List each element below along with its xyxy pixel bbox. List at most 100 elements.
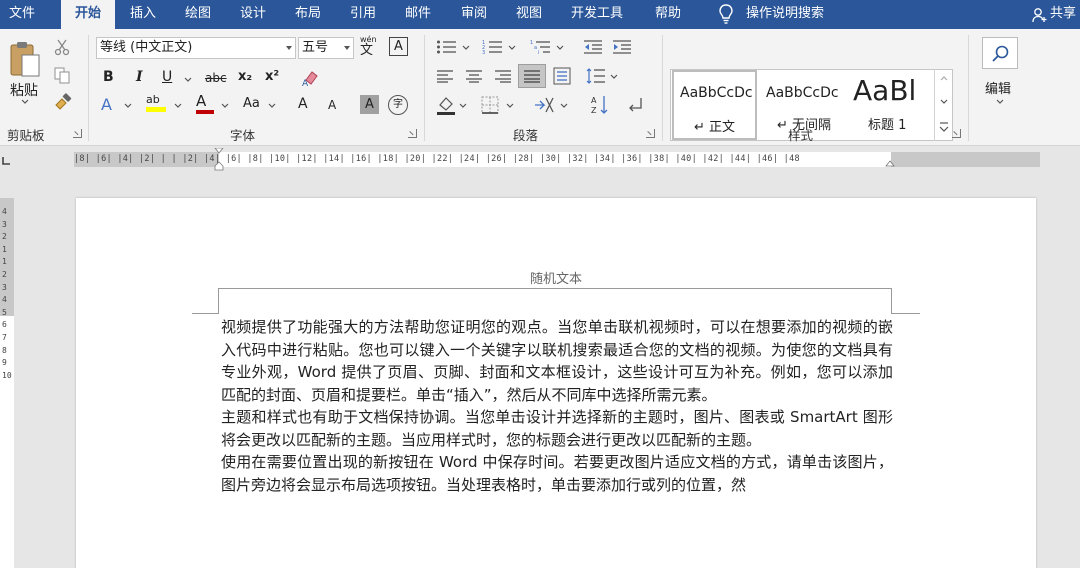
align-center-icon[interactable] xyxy=(465,69,483,83)
chevron-down-icon[interactable] xyxy=(556,45,564,51)
paste-icon[interactable] xyxy=(8,39,42,79)
superscript-button[interactable]: x² xyxy=(265,69,279,84)
indent-marker-icon[interactable] xyxy=(214,148,224,172)
line-spacing-icon[interactable] xyxy=(586,67,606,85)
chevron-down-icon[interactable] xyxy=(996,99,1004,105)
style-heading-1[interactable]: AaBl 标题 1 xyxy=(851,70,931,140)
tab-draw[interactable]: 绘图 xyxy=(185,0,211,29)
document-page[interactable]: 随机文本 视频提供了功能强大的方法帮助您证明您的观点。当您单击联机视频时，可以在… xyxy=(76,198,1036,568)
bullets-icon[interactable] xyxy=(436,39,458,55)
dialog-launcher-icon[interactable] xyxy=(408,129,417,138)
cut-icon[interactable] xyxy=(53,38,71,56)
strikethrough-button[interactable]: abc xyxy=(205,71,227,85)
tell-me-search[interactable]: 操作说明搜索 xyxy=(746,0,824,29)
underline-button[interactable]: U xyxy=(162,69,172,85)
distributed-icon[interactable] xyxy=(553,67,571,85)
dialog-launcher-icon[interactable] xyxy=(646,129,655,138)
tab-design[interactable]: 设计 xyxy=(240,0,266,29)
chevron-down-icon[interactable] xyxy=(560,103,568,109)
svg-text:A: A xyxy=(591,96,597,105)
align-left-icon[interactable] xyxy=(436,69,454,83)
tab-selector-icon[interactable] xyxy=(0,154,14,168)
horizontal-ruler[interactable]: |8| |6| |4| |2| | | |2| |4| |6| |8| |10|… xyxy=(74,148,1040,171)
tab-mailings[interactable]: 邮件 xyxy=(405,0,431,29)
group-divider xyxy=(424,35,425,141)
paragraph[interactable]: 使用在需要位置出现的新按钮在 Word 中保存时间。若要更改图片适应文档的方式，… xyxy=(221,451,893,496)
style-normal[interactable]: AaBbCcDc ↵ 正文 xyxy=(672,70,757,140)
bold-button[interactable]: B xyxy=(103,69,114,85)
font-size-select[interactable]: 五号 xyxy=(298,37,354,59)
chevron-down-icon[interactable] xyxy=(221,103,229,109)
style-name: ↵ 正文 xyxy=(694,120,736,135)
clear-formatting-icon[interactable]: A xyxy=(301,68,321,88)
decrease-indent-icon[interactable] xyxy=(583,39,603,55)
copy-icon[interactable] xyxy=(53,66,71,84)
chevron-down-icon[interactable] xyxy=(462,45,470,51)
dialog-launcher-icon[interactable] xyxy=(73,129,82,138)
tab-review[interactable]: 审阅 xyxy=(461,0,487,29)
svg-text:1: 1 xyxy=(530,40,533,46)
chinese-layout-icon[interactable] xyxy=(533,95,555,115)
chevron-down-icon[interactable] xyxy=(268,103,276,109)
page-header[interactable]: 随机文本 xyxy=(76,268,1036,287)
ruler-number: 4 xyxy=(2,295,7,305)
ruler-number: 1 xyxy=(2,257,7,267)
tab-developer[interactable]: 开发工具 xyxy=(571,0,623,29)
shading-icon[interactable] xyxy=(436,95,456,115)
show-marks-icon[interactable] xyxy=(625,96,645,114)
dialog-launcher-icon[interactable] xyxy=(952,129,961,138)
character-shading-button[interactable]: A xyxy=(360,95,379,114)
gallery-more-icon[interactable] xyxy=(939,121,949,133)
tab-layout[interactable]: 布局 xyxy=(295,0,321,29)
tab-file[interactable]: 文件 xyxy=(9,0,35,29)
chevron-down-icon[interactable] xyxy=(174,103,182,109)
numbering-icon[interactable]: 123 xyxy=(482,39,504,55)
pinyin-guide-button[interactable]: wén 文 xyxy=(360,36,377,58)
chevron-down-icon[interactable] xyxy=(508,45,516,51)
align-right-icon[interactable] xyxy=(494,69,512,83)
chevron-down-icon[interactable] xyxy=(124,103,132,109)
tab-view[interactable]: 视图 xyxy=(516,0,542,29)
format-painter-icon[interactable] xyxy=(53,93,73,111)
enclose-characters-button[interactable]: 字 xyxy=(388,95,408,115)
italic-button[interactable]: I xyxy=(136,69,143,85)
tab-insert[interactable]: 插入 xyxy=(130,0,156,29)
highlight-button[interactable]: ab xyxy=(146,93,166,112)
chevron-down-icon[interactable] xyxy=(610,74,618,80)
ruler-number: 9 xyxy=(2,358,7,368)
tab-references[interactable]: 引用 xyxy=(350,0,376,29)
text-effects-button[interactable]: A xyxy=(101,95,112,114)
chevron-down-icon[interactable] xyxy=(21,99,29,105)
chevron-down-icon[interactable] xyxy=(459,103,467,109)
vertical-ruler[interactable]: 4 3 2 1 1 2 3 4 5 6 7 8 9 10 xyxy=(0,198,14,568)
font-family-select[interactable]: 等线 (中文正文) xyxy=(96,37,296,59)
character-border-button[interactable]: A xyxy=(389,37,408,56)
chevron-down-icon[interactable] xyxy=(184,77,192,83)
tab-help[interactable]: 帮助 xyxy=(655,0,681,29)
paragraph[interactable]: 主题和样式也有助于文档保持协调。当您单击设计并选择新的主题时，图片、图表或 Sm… xyxy=(221,406,893,451)
chevron-down-icon[interactable] xyxy=(506,103,514,109)
svg-text:3: 3 xyxy=(482,50,485,55)
shrink-font-button[interactable]: A xyxy=(328,98,336,112)
change-case-button[interactable]: Aa xyxy=(243,96,260,111)
scroll-down-icon[interactable] xyxy=(940,99,948,105)
increase-indent-icon[interactable] xyxy=(612,39,632,55)
right-indent-marker-icon[interactable] xyxy=(885,160,895,170)
editing-button[interactable] xyxy=(982,37,1018,69)
sort-icon[interactable]: AZ xyxy=(590,94,610,116)
document-body[interactable]: 视频提供了功能强大的方法帮助您证明您的观点。当您单击联机视频时，可以在想要添加的… xyxy=(221,316,893,496)
subscript-button[interactable]: x₂ xyxy=(238,69,252,84)
editing-label[interactable]: 编辑 xyxy=(985,78,1011,97)
tab-home[interactable]: 开始 xyxy=(61,0,115,29)
paragraph[interactable]: 视频提供了功能强大的方法帮助您证明您的观点。当您单击联机视频时，可以在想要添加的… xyxy=(221,316,893,406)
borders-icon[interactable] xyxy=(481,96,499,114)
grow-font-button[interactable]: A xyxy=(298,96,308,112)
scroll-up-icon[interactable] xyxy=(940,75,948,81)
vertical-ruler-scale: 4 3 2 1 1 2 3 4 5 6 7 8 9 10 xyxy=(2,206,12,382)
style-sample: AaBbCcDc xyxy=(766,85,839,101)
justify-button[interactable] xyxy=(518,64,546,88)
lightbulb-icon[interactable] xyxy=(717,3,735,25)
paste-label[interactable]: 粘贴 xyxy=(10,80,38,100)
multilevel-list-icon[interactable]: 1ai xyxy=(530,39,552,55)
font-color-button[interactable]: A xyxy=(196,92,214,114)
